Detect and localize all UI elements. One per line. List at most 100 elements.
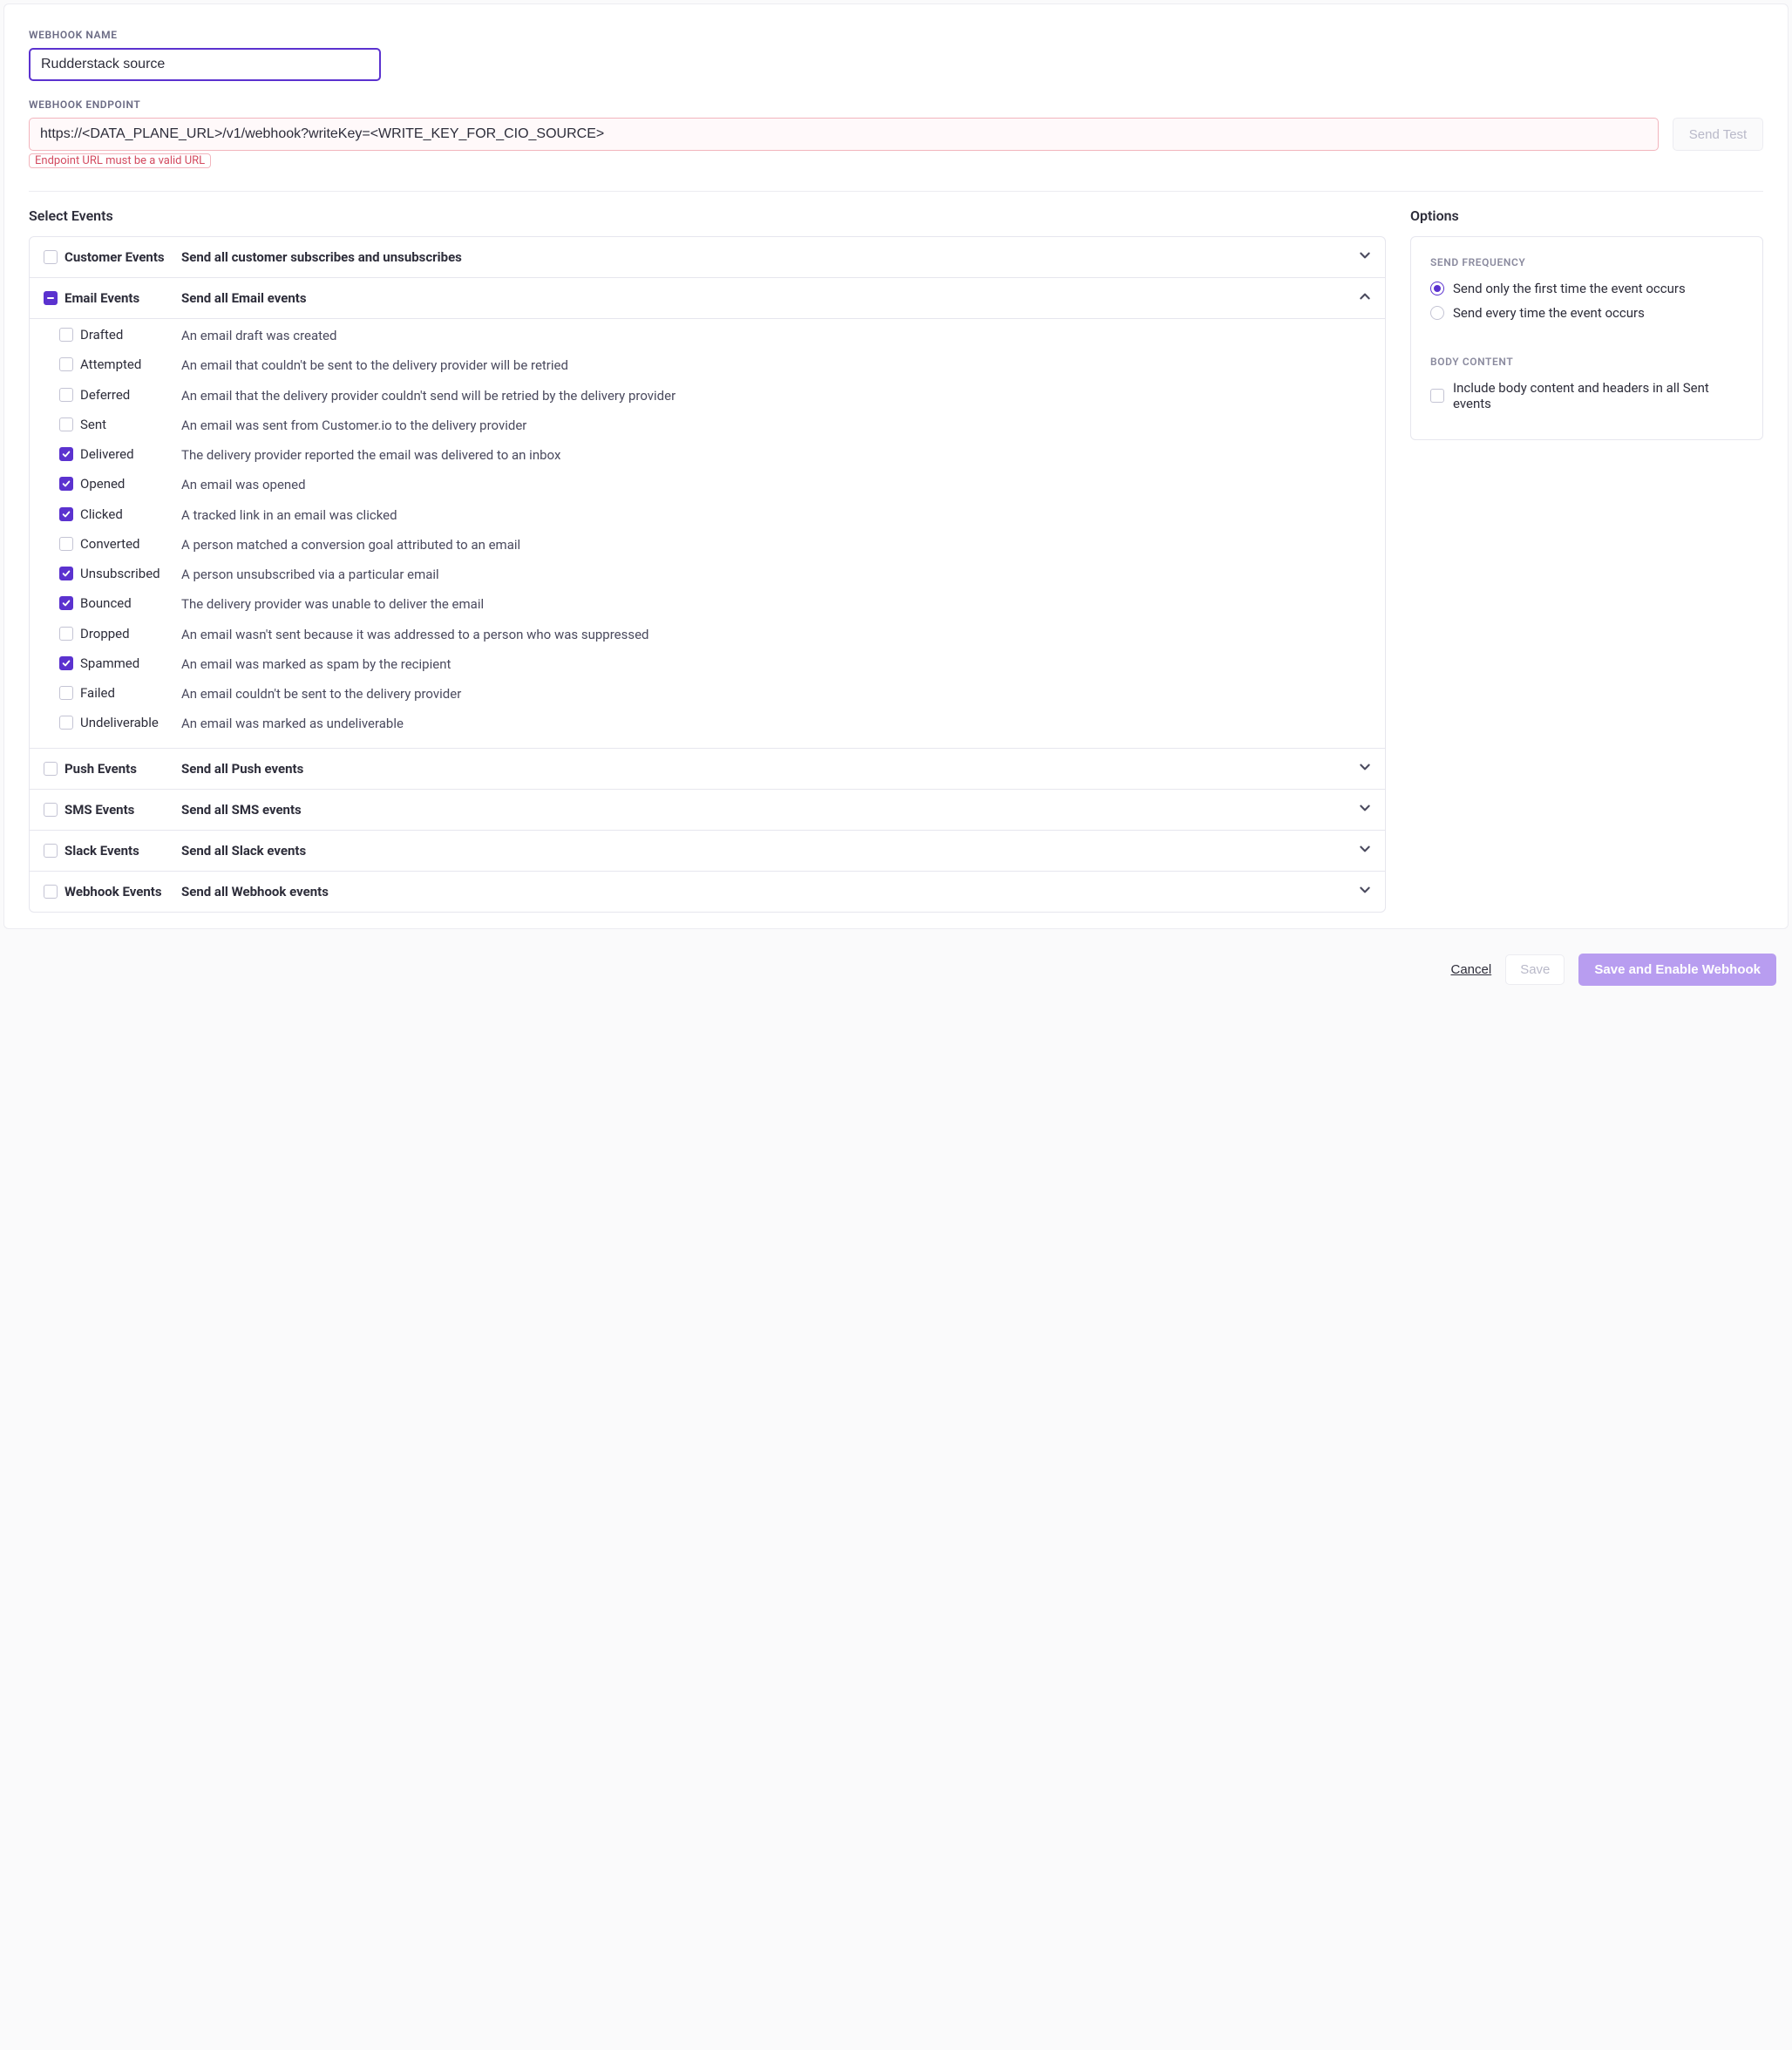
event-checkbox[interactable] (59, 567, 73, 580)
event-name-text: Dropped (80, 626, 130, 641)
group-name-text: SMS Events (64, 802, 134, 818)
event-child-row[interactable]: Deferred An email that the delivery provi… (30, 381, 1385, 411)
event-checkbox[interactable] (59, 656, 73, 670)
event-desc-text: An email was marked as spam by the recip… (181, 655, 1371, 673)
event-children: Drafted An email draft was created Attempt… (30, 319, 1385, 749)
select-events-title: Select Events (29, 207, 1386, 224)
group-name-text: Push Events (64, 761, 137, 777)
group-name-text: Email Events (64, 290, 139, 306)
save-button[interactable]: Save (1505, 954, 1565, 985)
radio-icon[interactable] (1430, 306, 1444, 320)
event-checkbox[interactable] (59, 388, 73, 402)
endpoint-error: Endpoint URL must be a valid URL (29, 153, 211, 168)
event-desc-text: An email that the delivery provider coul… (181, 387, 1371, 404)
webhook-endpoint-input[interactable] (29, 118, 1659, 151)
group-checkbox[interactable] (44, 291, 58, 305)
event-name-text: Converted (80, 536, 140, 552)
event-checkbox[interactable] (59, 537, 73, 551)
event-desc-text: The delivery provider reported the email… (181, 446, 1371, 464)
event-group-row[interactable]: Webhook Events Send all Webhook events (30, 872, 1385, 912)
event-name-text: Bounced (80, 595, 132, 611)
cancel-button[interactable]: Cancel (1450, 962, 1491, 977)
group-checkbox[interactable] (44, 762, 58, 776)
event-checkbox[interactable] (59, 417, 73, 431)
event-name-text: Sent (80, 417, 106, 432)
include-body-content-checkbox[interactable] (1430, 389, 1444, 403)
event-name-text: Drafted (80, 327, 123, 343)
event-desc-text: An email was marked as undeliverable (181, 715, 1371, 732)
event-desc-text: A person unsubscribed via a particular e… (181, 566, 1371, 583)
group-desc-text: Send all Slack events (181, 843, 1348, 859)
event-child-row[interactable]: Bounced The delivery provider was unable … (30, 589, 1385, 619)
event-desc-text: An email wasn't sent because it was addr… (181, 626, 1371, 643)
events-list: Customer Events Send all customer subscri… (29, 236, 1386, 913)
event-group-row[interactable]: Slack EventsSend all Slack events (30, 831, 1385, 872)
event-checkbox[interactable] (59, 328, 73, 342)
group-desc-text: Send all SMS events (181, 802, 1348, 818)
event-checkbox[interactable] (59, 507, 73, 521)
group-name-text: Customer Events (64, 249, 165, 265)
chevron-down-icon[interactable] (1359, 761, 1371, 777)
event-group-row[interactable]: Customer Events Send all customer subscri… (30, 237, 1385, 278)
footer-actions: Cancel Save Save and Enable Webhook (0, 933, 1792, 1012)
event-desc-text: A tracked link in an email was clicked (181, 506, 1371, 524)
group-checkbox[interactable] (44, 250, 58, 264)
include-body-content-row[interactable]: Include body content and headers in all … (1430, 380, 1743, 411)
event-child-row[interactable]: Converted A person matched a conversion g… (30, 530, 1385, 560)
options-title: Options (1410, 207, 1763, 224)
event-child-row[interactable]: OpenedAn email was opened (30, 470, 1385, 499)
webhook-form-card: WEBHOOK NAME WEBHOOK ENDPOINT Endpoint U… (3, 3, 1789, 929)
event-child-row[interactable]: Dropped An email wasn't sent because it w… (30, 620, 1385, 649)
event-child-row[interactable]: AttemptedAn email that couldn't be sent … (30, 350, 1385, 380)
frequency-option-label: Send every time the event occurs (1453, 305, 1645, 321)
group-name-text: Webhook Events (64, 884, 162, 899)
save-enable-webhook-button[interactable]: Save and Enable Webhook (1578, 954, 1776, 986)
event-child-row[interactable]: Spammed An email was marked as spam by th… (30, 649, 1385, 679)
group-desc-text: Send all customer subscribes and unsubsc… (181, 249, 1348, 265)
group-checkbox[interactable] (44, 844, 58, 858)
event-desc-text: An email that couldn't be sent to the de… (181, 356, 1371, 374)
webhook-name-input[interactable] (29, 48, 381, 81)
event-name-text: Spammed (80, 655, 139, 671)
include-body-content-text: Include body content and headers in all … (1453, 380, 1743, 411)
event-child-row[interactable]: Sent An email was sent from Customer.io t… (30, 411, 1385, 440)
event-desc-text: An email draft was created (181, 327, 1371, 344)
chevron-down-icon[interactable] (1359, 249, 1371, 265)
event-group-row[interactable]: Email EventsSend all Email events (30, 278, 1385, 319)
event-group-row[interactable]: Push Events Send all Push events (30, 749, 1385, 790)
event-child-row[interactable]: Clicked A tracked link in an email was cl… (30, 500, 1385, 530)
event-group-row[interactable]: SMS Events Send all SMS events (30, 790, 1385, 831)
event-checkbox[interactable] (59, 596, 73, 610)
event-desc-text: The delivery provider was unable to deli… (181, 595, 1371, 613)
event-checkbox[interactable] (59, 357, 73, 371)
chevron-down-icon[interactable] (1359, 884, 1371, 899)
event-checkbox[interactable] (59, 686, 73, 700)
event-checkbox[interactable] (59, 477, 73, 491)
event-checkbox[interactable] (59, 447, 73, 461)
event-child-row[interactable]: UnsubscribedA person unsubscribed via a … (30, 560, 1385, 589)
event-name-text: Opened (80, 476, 125, 492)
group-checkbox[interactable] (44, 885, 58, 899)
event-checkbox[interactable] (59, 716, 73, 730)
event-name-text: Deferred (80, 387, 130, 403)
radio-icon[interactable] (1430, 282, 1444, 295)
event-child-row[interactable]: UndeliverableAn email was marked as unde… (30, 709, 1385, 738)
send-test-button[interactable]: Send Test (1673, 118, 1763, 151)
chevron-down-icon[interactable] (1359, 802, 1371, 818)
frequency-option[interactable]: Send every time the event occurs (1430, 305, 1743, 321)
event-checkbox[interactable] (59, 627, 73, 641)
event-desc-text: A person matched a conversion goal attri… (181, 536, 1371, 553)
event-name-text: Clicked (80, 506, 123, 522)
event-child-row[interactable]: FailedAn email couldn't be sent to the d… (30, 679, 1385, 709)
event-child-row[interactable]: Drafted An email draft was created (30, 321, 1385, 350)
chevron-down-icon[interactable] (1359, 843, 1371, 859)
event-child-row[interactable]: DeliveredThe delivery provider reported … (30, 440, 1385, 470)
divider (29, 191, 1763, 192)
group-desc-text: Send all Webhook events (181, 884, 1348, 899)
chevron-up-icon[interactable] (1359, 290, 1371, 306)
group-desc-text: Send all Push events (181, 761, 1348, 777)
frequency-option[interactable]: Send only the first time the event occur… (1430, 281, 1743, 296)
event-desc-text: An email was sent from Customer.io to th… (181, 417, 1371, 434)
webhook-endpoint-label: WEBHOOK ENDPOINT (29, 98, 1659, 111)
group-checkbox[interactable] (44, 803, 58, 817)
